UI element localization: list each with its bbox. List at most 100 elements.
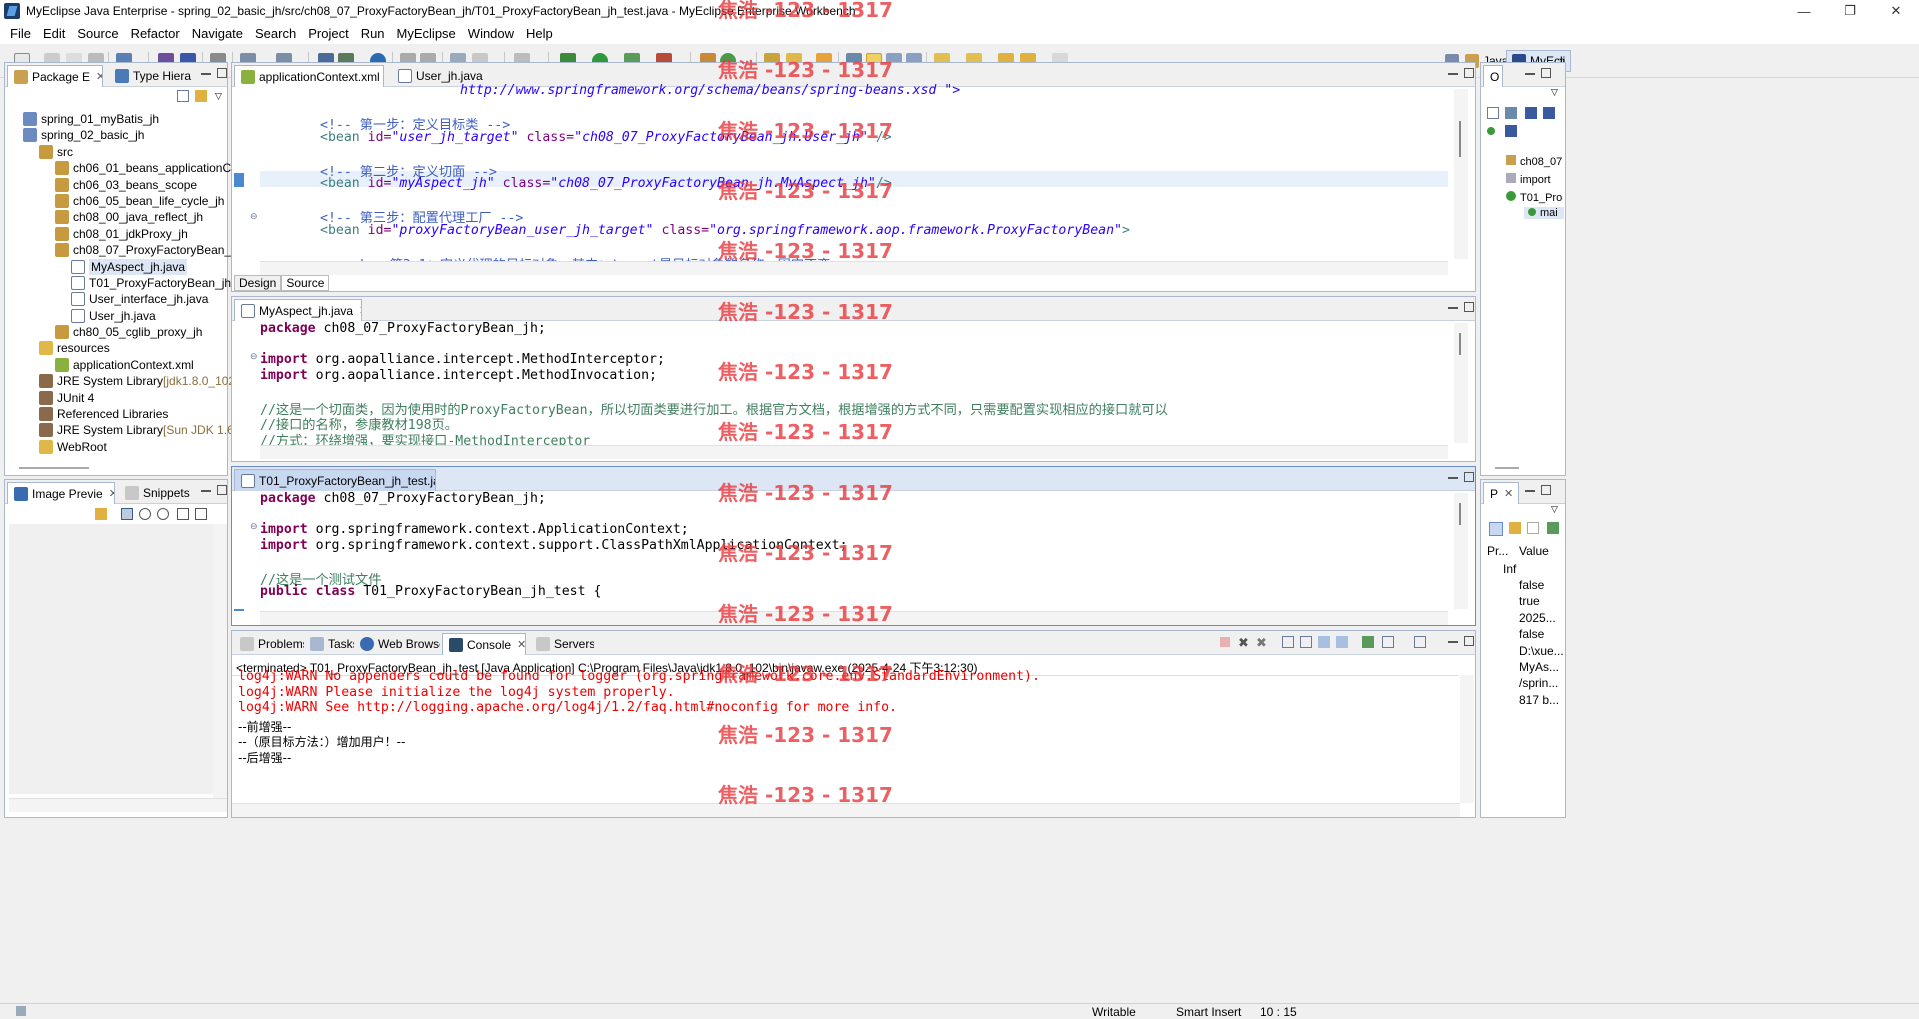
horizontal-scrollbar[interactable]: [260, 445, 1448, 459]
view-menu-icon[interactable]: ▽: [1551, 504, 1558, 515]
close-icon[interactable]: ✕: [517, 638, 525, 651]
tab-package-explorer[interactable]: Package E✕: [7, 65, 103, 87]
outline-item-imports[interactable]: import: [1506, 173, 1551, 186]
menu-project[interactable]: Project: [302, 26, 354, 41]
minimize-view-icon[interactable]: [1525, 489, 1535, 492]
filter-icon[interactable]: [1509, 522, 1521, 534]
collapse-all-icon[interactable]: [177, 90, 189, 102]
menu-file[interactable]: File: [4, 26, 37, 41]
tab-snippets[interactable]: Snippets: [119, 482, 195, 504]
minimize-view-icon[interactable]: [1525, 72, 1535, 75]
tab-applicationcontext-xml[interactable]: applicationContext.xml✕: [234, 65, 384, 87]
minimize-view-icon[interactable]: [201, 72, 211, 75]
horizontal-scrollbar[interactable]: [1495, 467, 1519, 469]
menu-edit[interactable]: Edit: [37, 26, 71, 41]
show-stderr-icon[interactable]: [1336, 636, 1348, 648]
hide-nonpublic-icon[interactable]: [1487, 127, 1495, 135]
remove-all-icon[interactable]: ✖: [1256, 635, 1267, 651]
vertical-scrollbar[interactable]: [213, 524, 227, 798]
fit-icon[interactable]: [121, 508, 133, 520]
hide-fields-icon[interactable]: [1525, 107, 1537, 119]
property-value[interactable]: false: [1519, 578, 1544, 592]
pin-icon[interactable]: [1547, 522, 1559, 534]
horizontal-scrollbar[interactable]: [19, 467, 89, 469]
tab-problems[interactable]: Problems: [234, 633, 304, 655]
horizontal-scrollbar[interactable]: [232, 803, 1460, 817]
maximize-view-icon[interactable]: [1464, 636, 1474, 646]
tab-design[interactable]: Design: [234, 275, 282, 291]
minimize-view-icon[interactable]: [1448, 72, 1458, 75]
close-icon[interactable]: ✕: [109, 487, 114, 500]
maximize-icon[interactable]: ❐: [1827, 0, 1873, 22]
terminate-icon[interactable]: [1220, 637, 1230, 647]
categories-icon[interactable]: [1489, 522, 1503, 536]
minimize-view-icon[interactable]: [1448, 306, 1458, 309]
zoom-in-icon[interactable]: [157, 508, 169, 520]
tab-servers[interactable]: Servers: [530, 633, 594, 655]
vertical-scrollbar[interactable]: [1454, 89, 1468, 259]
menu-search[interactable]: Search: [249, 26, 302, 41]
outline-item-main[interactable]: mai: [1524, 207, 1564, 219]
outline-item-package[interactable]: ch08_07: [1506, 155, 1562, 168]
minimize-view-icon[interactable]: [201, 489, 211, 492]
outline-item-class[interactable]: T01_Pro: [1506, 191, 1562, 204]
menu-navigate[interactable]: Navigate: [186, 26, 249, 41]
menu-run[interactable]: Run: [355, 26, 391, 41]
menu-window[interactable]: Window: [462, 26, 520, 41]
fullscreen-icon[interactable]: [195, 508, 207, 520]
maximize-view-icon[interactable]: [1464, 68, 1474, 78]
property-value[interactable]: 817 b...: [1519, 693, 1559, 707]
scroll-lock-icon[interactable]: [1300, 636, 1312, 648]
tab-web-browser[interactable]: Web Browser: [354, 633, 440, 655]
sort-icon[interactable]: [1505, 107, 1517, 119]
menu-refactor[interactable]: Refactor: [125, 26, 186, 41]
fast-view-icon[interactable]: [16, 1006, 26, 1016]
actual-size-icon[interactable]: [177, 508, 189, 520]
menu-myeclipse[interactable]: MyEclipse: [391, 26, 462, 41]
horizontal-scrollbar[interactable]: [260, 611, 1448, 625]
maximize-view-icon[interactable]: [1541, 68, 1551, 78]
maximize-view-icon[interactable]: [217, 68, 227, 78]
link-icon[interactable]: [95, 508, 107, 520]
vertical-scrollbar[interactable]: [1460, 675, 1474, 803]
clear-console-icon[interactable]: [1282, 636, 1294, 648]
tab-image-preview[interactable]: Image Previe✕: [7, 482, 115, 504]
close-icon[interactable]: ✕: [359, 304, 361, 317]
tab-outline[interactable]: O: [1483, 65, 1503, 87]
display-console-icon[interactable]: [1382, 636, 1394, 648]
remove-launch-icon[interactable]: ✖: [1238, 635, 1249, 651]
collapse-icon[interactable]: [1487, 107, 1499, 119]
restore-default-icon[interactable]: [1527, 522, 1539, 534]
tab-tasks[interactable]: Tasks: [304, 633, 354, 655]
vertical-scrollbar[interactable]: [1454, 493, 1468, 609]
tab-type-hierarchy[interactable]: Type Hiera: [109, 65, 193, 87]
maximize-view-icon[interactable]: [1541, 485, 1551, 495]
tab-t01-test-java[interactable]: T01_ProxyFactoryBean_jh_test.java✕: [234, 469, 436, 491]
property-value[interactable]: false: [1519, 627, 1544, 641]
maximize-view-icon[interactable]: [1464, 302, 1474, 312]
menu-help[interactable]: Help: [520, 26, 559, 41]
close-icon[interactable]: ✕: [96, 70, 102, 83]
minimize-view-icon[interactable]: [1448, 640, 1458, 643]
property-value[interactable]: D:\xue...: [1519, 644, 1564, 658]
property-value[interactable]: 2025...: [1519, 611, 1556, 625]
property-value[interactable]: /sprin...: [1519, 676, 1558, 690]
hide-local-types-icon[interactable]: [1505, 125, 1517, 137]
maximize-view-icon[interactable]: [1464, 472, 1474, 482]
view-menu-icon[interactable]: ▽: [215, 91, 222, 102]
horizontal-scrollbar[interactable]: [260, 261, 1448, 275]
view-menu-icon[interactable]: ▽: [1551, 87, 1558, 98]
property-value[interactable]: true: [1519, 594, 1540, 608]
zoom-out-icon[interactable]: [139, 508, 151, 520]
minimize-view-icon[interactable]: [1448, 476, 1458, 479]
fold-icon[interactable]: ⊖: [250, 351, 258, 362]
menu-source[interactable]: Source: [71, 26, 124, 41]
fold-icon[interactable]: ⊖: [250, 211, 258, 222]
maximize-view-icon[interactable]: [217, 485, 227, 495]
fold-icon[interactable]: ⊖: [250, 521, 258, 532]
close-icon[interactable]: ✕: [1873, 0, 1919, 22]
vertical-scrollbar[interactable]: [1454, 323, 1468, 443]
property-value[interactable]: MyAs...: [1519, 660, 1559, 674]
link-editor-icon[interactable]: [195, 90, 207, 102]
hide-static-icon[interactable]: [1543, 107, 1555, 119]
